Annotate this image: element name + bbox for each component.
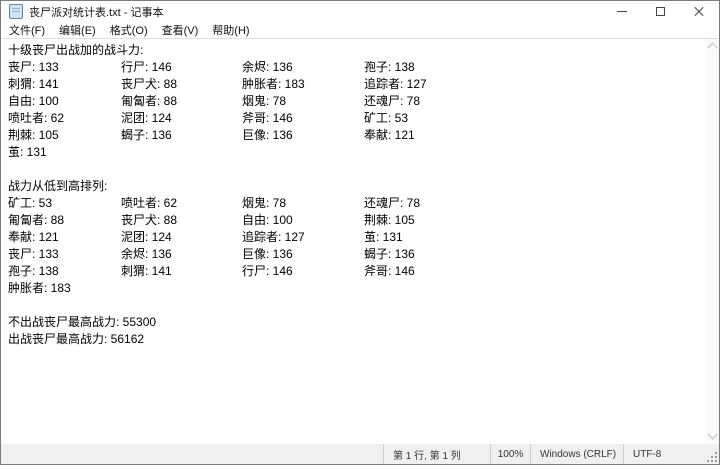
scroll-up-icon[interactable]: [707, 42, 718, 53]
section-heading: 十级丧尸出战加的战斗力:: [8, 43, 144, 57]
stat-row: 茧: 131: [8, 144, 706, 161]
stat-cell: 丧尸: 133: [8, 247, 59, 261]
stat-cell: 刺猬: 141: [8, 77, 59, 91]
close-button[interactable]: [680, 1, 719, 22]
stat-row: 丧尸: 133 余烬: 136 巨像: 136 蝎子: 136: [8, 246, 706, 263]
section-heading: 战力从低到高排列:: [8, 179, 108, 193]
stat-cell: 追踪者: 127: [364, 77, 427, 91]
window-controls: [602, 1, 719, 22]
stat-cell: 匍匐者: 88: [8, 213, 65, 227]
stat-row: 肿胀者: 183: [8, 280, 706, 297]
stat-row: 喷吐者: 62 泥团: 124 斧哥: 146 矿工: 53: [8, 110, 706, 127]
stat-cell: 斧哥: 146: [364, 264, 415, 278]
stat-cell: 茧: 131: [8, 145, 47, 159]
stat-cell: 烟鬼: 78: [242, 196, 287, 210]
notepad-window: 丧尸派对统计表.txt - 记事本 文件(F) 编辑(E) 格式(O) 查看(V) 帮助…: [0, 0, 720, 465]
menu-item-help[interactable]: 帮助(H): [205, 21, 256, 39]
stat-row: 矿工: 53 喷吐者: 62 烟鬼: 78 还魂尸: 78: [8, 195, 706, 212]
stat-cell: 烟鬼: 78: [242, 94, 287, 108]
status-line-ending: Windows (CRLF): [530, 444, 623, 464]
resize-grip-icon[interactable]: [707, 452, 717, 462]
minimize-button[interactable]: [602, 1, 641, 22]
menu-item-edit[interactable]: 编辑(E): [52, 21, 103, 39]
stat-cell: 追踪者: 127: [242, 230, 305, 244]
stat-cell: 巨像: 136: [242, 128, 293, 142]
menu-item-format[interactable]: 格式(O): [103, 21, 155, 39]
stat-cell: 余烬: 136: [242, 60, 293, 74]
title-bar[interactable]: 丧尸派对统计表.txt - 记事本: [1, 1, 719, 22]
stat-cell: 斧哥: 146: [242, 111, 293, 125]
text-area[interactable]: 十级丧尸出战加的战斗力: 丧尸: 133 行尸: 146 余烬: 136 孢子: 138…: [1, 39, 706, 443]
close-icon: [694, 6, 705, 17]
stat-cell: 刺猬: 141: [121, 264, 172, 278]
stat-cell: 行尸: 146: [121, 60, 172, 74]
stat-cell: 自由: 100: [242, 213, 293, 227]
stat-cell: 喷吐者: 62: [8, 111, 65, 125]
menu-item-file[interactable]: 文件(F): [2, 21, 52, 39]
stat-cell: 泥团: 124: [121, 111, 172, 125]
status-line-col: 第 1 行, 第 1 列: [383, 444, 490, 464]
stat-cell: 矿工: 53: [364, 111, 409, 125]
stat-cell: 荆棘: 105: [8, 128, 59, 142]
stat-cell: 泥团: 124: [121, 230, 172, 244]
stat-row: 刺猬: 141 丧尸犬: 88 肿胀者: 183 追踪者: 127: [8, 76, 706, 93]
stat-cell: 蝎子: 136: [121, 128, 172, 142]
maximize-icon: [656, 7, 665, 16]
stat-cell: 荆棘: 105: [364, 213, 415, 227]
stat-cell: 余烬: 136: [121, 247, 172, 261]
stat-row: 孢子: 138 刺猬: 141 行尸: 146 斧哥: 146: [8, 263, 706, 280]
notepad-app-icon: [9, 4, 23, 19]
minimize-icon: [616, 11, 627, 12]
stat-cell: 自由: 100: [8, 94, 59, 108]
scroll-down-icon[interactable]: [707, 429, 718, 440]
menu-bar: 文件(F) 编辑(E) 格式(O) 查看(V) 帮助(H): [1, 22, 719, 38]
stat-cell: 丧尸: 133: [8, 60, 59, 74]
status-spacer: [1, 444, 383, 464]
stat-cell: 奉献: 121: [8, 230, 59, 244]
status-bar: 第 1 行, 第 1 列 100% Windows (CRLF) UTF-8: [1, 444, 719, 464]
status-zoom-level: 100%: [490, 444, 530, 464]
window-title: 丧尸派对统计表.txt - 记事本: [29, 6, 164, 19]
maximize-button[interactable]: [641, 1, 680, 22]
stat-row: 匍匐者: 88 丧尸犬: 88 自由: 100 荆棘: 105: [8, 212, 706, 229]
vertical-scrollbar[interactable]: [706, 39, 719, 443]
stat-cell: 还魂尸: 78: [364, 196, 421, 210]
stat-cell: 匍匐者: 88: [121, 94, 178, 108]
stat-cell: 奉献: 121: [364, 128, 415, 142]
stat-row: 自由: 100 匍匐者: 88 烟鬼: 78 还魂尸: 78: [8, 93, 706, 110]
stat-cell: 矿工: 53: [8, 196, 53, 210]
stat-cell: 孢子: 138: [364, 60, 415, 74]
stat-cell: 肿胀者: 183: [8, 281, 71, 295]
stat-cell: 茧: 131: [364, 230, 403, 244]
stat-cell: 还魂尸: 78: [364, 94, 421, 108]
stat-cell: 丧尸犬: 88: [121, 213, 178, 227]
stat-cell: 喷吐者: 62: [121, 196, 178, 210]
status-encoding: UTF-8: [623, 444, 719, 464]
stat-cell: 孢子: 138: [8, 264, 59, 278]
stat-cell: 肿胀者: 183: [242, 77, 305, 91]
stat-row: 奉献: 121 泥团: 124 追踪者: 127 茧: 131: [8, 229, 706, 246]
stat-row: 荆棘: 105 蝎子: 136 巨像: 136 奉献: 121: [8, 127, 706, 144]
stat-cell: 蝎子: 136: [364, 247, 415, 261]
stat-row: 丧尸: 133 行尸: 146 余烬: 136 孢子: 138: [8, 59, 706, 76]
summary-line: 出战丧尸最高战力: 56162: [8, 332, 145, 346]
stat-cell: 行尸: 146: [242, 264, 293, 278]
stat-cell: 巨像: 136: [242, 247, 293, 261]
menu-item-view[interactable]: 查看(V): [155, 21, 206, 39]
stat-cell: 丧尸犬: 88: [121, 77, 178, 91]
summary-line: 不出战丧尸最高战力: 55300: [8, 315, 157, 329]
